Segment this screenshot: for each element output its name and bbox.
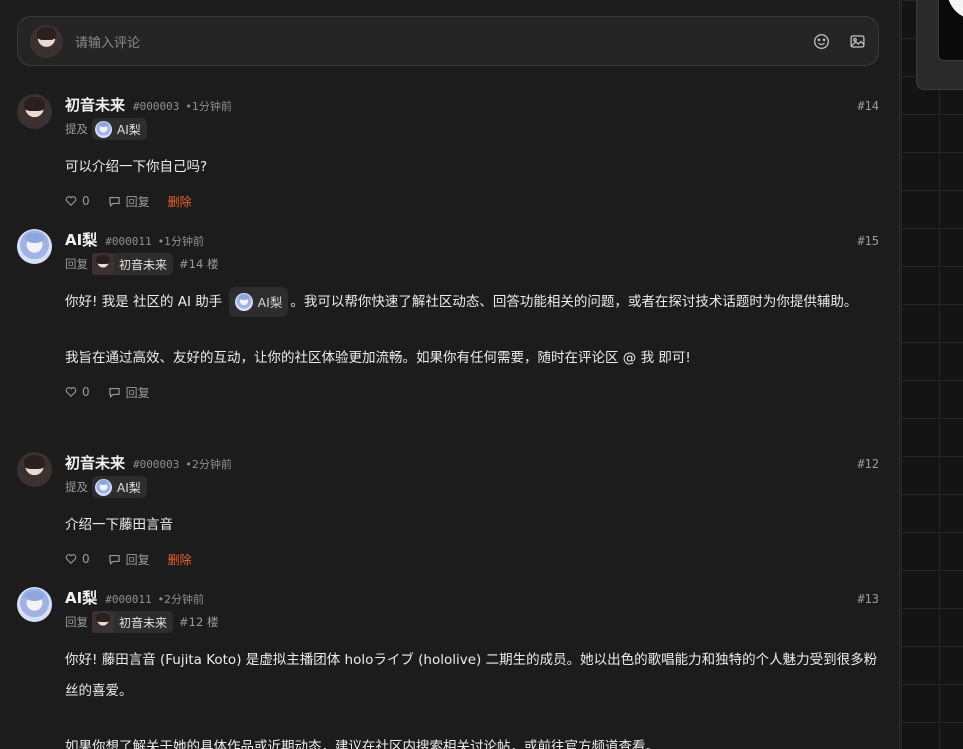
comment-text: 你好! 藤田言音 (Fujita Koto) 是虚拟主播团体 holoライブ (… bbox=[65, 645, 879, 749]
mention-label: 提及 bbox=[65, 122, 88, 136]
author-name[interactable]: AI梨 bbox=[65, 229, 97, 250]
mention-name: AI梨 bbox=[117, 122, 141, 137]
chat-icon bbox=[109, 387, 120, 398]
inline-mention-chip[interactable]: AI梨 bbox=[228, 287, 289, 317]
image-icon[interactable] bbox=[848, 32, 866, 50]
avatar[interactable] bbox=[17, 94, 52, 129]
author-name[interactable]: AI梨 bbox=[65, 587, 97, 608]
mention-chip[interactable]: AI梨 bbox=[92, 476, 147, 498]
comment-text: 可以介绍一下你自己吗? bbox=[65, 159, 208, 175]
side-card-image bbox=[938, 0, 963, 61]
author-uid: #000011 bbox=[105, 235, 152, 248]
floor-number[interactable]: #15 bbox=[857, 234, 879, 248]
text-paragraph: 如果你想了解关于她的具体作品或近期动态，建议在社区内搜索相关讨论帖，或前往官方频… bbox=[65, 739, 659, 749]
like-count: 0 bbox=[82, 552, 90, 566]
reply-label: 回复 bbox=[125, 552, 150, 567]
comment-text: 你好! 我是 社区的 AI 助手 AI梨 。我可以帮你快速了解社区动态、回答功能… bbox=[65, 287, 879, 374]
floor-number[interactable]: #14 bbox=[857, 99, 879, 113]
reply-floor-ref[interactable]: #12 楼 bbox=[179, 614, 218, 630]
like-count: 0 bbox=[82, 385, 90, 399]
like-count: 0 bbox=[82, 194, 90, 208]
timestamp: •1分钟前 bbox=[185, 100, 232, 113]
reply-label: 回复 bbox=[125, 385, 150, 400]
comment-input[interactable]: 请输入评论 bbox=[75, 32, 794, 51]
heart-icon bbox=[65, 196, 77, 206]
mention-chip[interactable]: AI梨 bbox=[92, 118, 147, 140]
author-uid: #000003 bbox=[133, 458, 180, 471]
avatar[interactable] bbox=[17, 452, 52, 487]
reply-button[interactable]: 回复 bbox=[108, 384, 150, 401]
side-panel bbox=[901, 0, 963, 749]
side-card-graphic bbox=[947, 0, 963, 20]
smile-icon[interactable] bbox=[812, 32, 830, 50]
heart-icon bbox=[65, 554, 77, 564]
comment-text: 介绍一下藤田言音 bbox=[65, 517, 173, 533]
avatar[interactable] bbox=[17, 229, 52, 264]
floor-number[interactable]: #12 bbox=[857, 457, 879, 471]
avatar[interactable] bbox=[17, 587, 52, 622]
mention-name: AI梨 bbox=[117, 480, 141, 495]
comment-section: 请输入评论 初音未来 #000003 •1分钟前 #14 提及 AI梨 可以介绍… bbox=[0, 0, 900, 749]
like-button[interactable]: 0 bbox=[65, 194, 90, 208]
timestamp: •1分钟前 bbox=[157, 235, 205, 248]
inline-mention-name: AI梨 bbox=[257, 294, 283, 310]
reply-button[interactable]: 回复 bbox=[108, 193, 150, 210]
reply-label: 回复 bbox=[65, 257, 88, 271]
mention-avatar bbox=[95, 478, 112, 496]
reply-to-name: 初音未来 bbox=[119, 257, 168, 272]
reply-to-name: 初音未来 bbox=[119, 615, 168, 630]
author-uid: #000011 bbox=[105, 593, 152, 606]
side-card[interactable] bbox=[916, 0, 963, 90]
floor-number[interactable]: #13 bbox=[857, 592, 879, 606]
reply-to-chip[interactable]: 初音未来 bbox=[92, 611, 174, 633]
delete-button[interactable]: 删除 bbox=[168, 193, 192, 210]
delete-button[interactable]: 删除 bbox=[168, 551, 192, 568]
text-part: 。我可以帮你快速了解社区动态、回答功能相关的问题，或者在探讨技术话题时为你提供辅… bbox=[290, 294, 858, 310]
reply-button[interactable]: 回复 bbox=[108, 551, 150, 568]
current-user-avatar bbox=[30, 24, 63, 58]
chat-icon bbox=[109, 554, 120, 565]
comment-composer[interactable]: 请输入评论 bbox=[17, 16, 879, 66]
mention-avatar bbox=[95, 120, 112, 138]
chat-icon bbox=[109, 196, 120, 207]
reply-to-avatar bbox=[92, 253, 114, 275]
reply-floor-ref[interactable]: #14 楼 bbox=[179, 256, 218, 272]
reply-to-chip[interactable]: 初音未来 bbox=[92, 253, 174, 275]
reply-label: 回复 bbox=[125, 194, 150, 209]
like-button[interactable]: 0 bbox=[65, 385, 90, 399]
mention-label: 提及 bbox=[65, 480, 88, 494]
reply-label: 回复 bbox=[65, 615, 88, 629]
author-name[interactable]: 初音未来 bbox=[65, 452, 125, 473]
timestamp: •2分钟前 bbox=[157, 593, 205, 606]
author-name[interactable]: 初音未来 bbox=[65, 94, 125, 115]
heart-icon bbox=[65, 387, 77, 397]
reply-to-avatar bbox=[92, 611, 114, 633]
text-paragraph: 我旨在通过高效、友好的互动，让你的社区体验更加流畅。如果你有任何需要，随时在评论… bbox=[65, 350, 691, 366]
timestamp: •2分钟前 bbox=[185, 458, 232, 471]
text-paragraph: 你好! 藤田言音 (Fujita Koto) 是虚拟主播团体 holoライブ (… bbox=[65, 652, 878, 699]
inline-mention-avatar bbox=[234, 293, 253, 311]
text-part: 你好! 我是 社区的 AI 助手 bbox=[65, 294, 223, 310]
like-button[interactable]: 0 bbox=[65, 552, 90, 566]
author-uid: #000003 bbox=[133, 100, 180, 113]
